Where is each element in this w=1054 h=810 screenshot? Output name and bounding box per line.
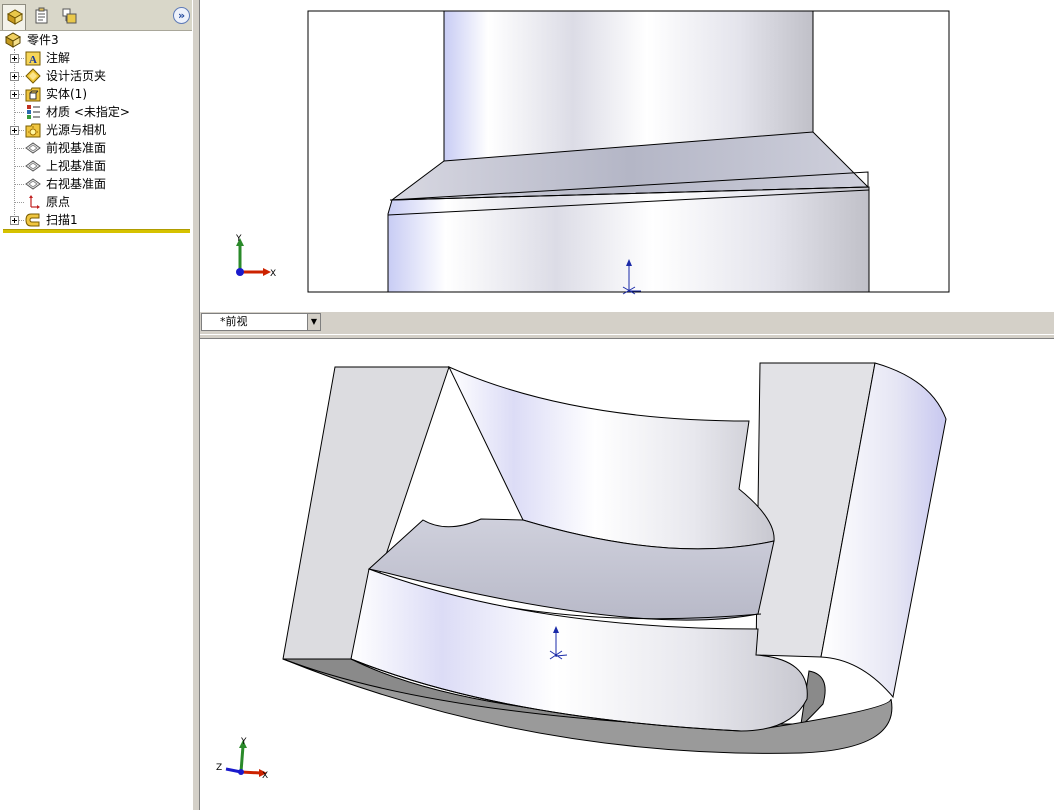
expand-toggle[interactable]	[10, 126, 19, 135]
solid-bodies-icon	[25, 87, 41, 102]
plane-icon	[25, 142, 41, 154]
triad-y-label: Y	[240, 737, 247, 747]
view-triad: Y X Z	[216, 737, 268, 781]
front-viewport[interactable]: Y X	[201, 0, 1054, 312]
view-name-select[interactable]: *前视 ▼	[201, 313, 321, 331]
tree-item-label: 材质 <未指定>	[46, 105, 130, 119]
part-icon	[5, 32, 21, 48]
design-binder-icon	[25, 68, 41, 84]
tree-connector	[15, 202, 24, 203]
feature-manager-panel: » 零件3 A 注解 设计活页夹 实体(1) 材质 <未指定> 光源与相机 前视…	[0, 0, 192, 810]
tree-item-top-plane[interactable]: 上视基准面	[0, 157, 190, 175]
tree-item-lights-cameras[interactable]: 光源与相机	[0, 121, 190, 139]
triad-y-label: Y	[235, 234, 242, 244]
tree-item-right-plane[interactable]: 右视基准面	[0, 175, 190, 193]
configuration-manager-tab[interactable]	[58, 4, 82, 28]
tree-connector	[15, 112, 24, 113]
view-name-value: *前视	[220, 315, 248, 328]
lights-cameras-icon	[25, 123, 41, 138]
expand-toggle[interactable]	[10, 216, 19, 225]
annotations-icon: A	[25, 51, 41, 66]
plane-icon	[25, 178, 41, 190]
tree-item-label: 前视基准面	[46, 141, 107, 155]
svg-text:A: A	[29, 54, 37, 66]
triad-z-label: Z	[216, 763, 222, 773]
tree-item-origin[interactable]: 原点	[0, 193, 190, 211]
origin-icon	[29, 195, 40, 209]
tree-item-label: 原点	[46, 195, 71, 209]
material-icon	[27, 105, 40, 119]
tree-item-label: 上视基准面	[46, 159, 107, 173]
tree-item-annotations[interactable]: A 注解	[0, 49, 190, 67]
panel-splitter[interactable]	[192, 0, 200, 810]
tree-item-label: 注解	[46, 51, 71, 65]
view-triad: Y X	[235, 234, 276, 279]
triad-x-label: X	[270, 269, 276, 279]
tree-item-front-plane[interactable]: 前视基准面	[0, 139, 190, 157]
part-name: 零件3	[27, 33, 59, 47]
expand-toggle[interactable]	[10, 54, 19, 63]
property-manager-icon	[35, 7, 48, 24]
rollback-bar[interactable]	[3, 229, 190, 233]
isometric-viewport[interactable]: Y X Z	[201, 339, 1054, 810]
feature-tree: 零件3 A 注解 设计活页夹 实体(1) 材质 <未指定> 光源与相机 前视基准…	[0, 31, 192, 231]
feature-manager-tab[interactable]	[2, 4, 26, 30]
feature-manager-icon	[6, 9, 24, 25]
tree-item-sweep1[interactable]: 扫描1	[0, 211, 190, 229]
tree-item-label: 设计活页夹	[46, 69, 107, 83]
tree-item-label: 光源与相机	[46, 123, 107, 137]
tree-item-label: 扫描1	[46, 213, 78, 227]
tree-connector	[15, 184, 24, 185]
collapse-panel-button[interactable]: »	[173, 7, 190, 24]
expand-toggle[interactable]	[10, 90, 19, 99]
front-view-graphics: Y X	[235, 10, 950, 295]
viewport-name-bar: *前视 ▼	[200, 312, 1054, 334]
panel-tab-bar: »	[0, 0, 192, 31]
isometric-view-graphics: Y X Z	[216, 362, 947, 781]
configuration-manager-icon	[62, 8, 77, 24]
tree-item-label: 实体(1)	[46, 87, 87, 101]
tree-connector	[15, 148, 24, 149]
tree-item-design-binder[interactable]: 设计活页夹	[0, 67, 190, 85]
sweep-feature-icon	[25, 213, 40, 227]
property-manager-tab[interactable]	[30, 4, 54, 28]
tree-connector	[15, 166, 24, 167]
plane-icon	[25, 160, 41, 172]
dropdown-arrow-icon[interactable]: ▼	[307, 314, 320, 330]
tree-item-label: 右视基准面	[46, 177, 107, 191]
tree-item-material[interactable]: 材质 <未指定>	[0, 103, 190, 121]
triad-x-label: X	[262, 771, 268, 781]
expand-toggle[interactable]	[10, 72, 19, 81]
tree-item-solid-bodies[interactable]: 实体(1)	[0, 85, 190, 103]
tree-root-part[interactable]: 零件3	[0, 31, 190, 49]
